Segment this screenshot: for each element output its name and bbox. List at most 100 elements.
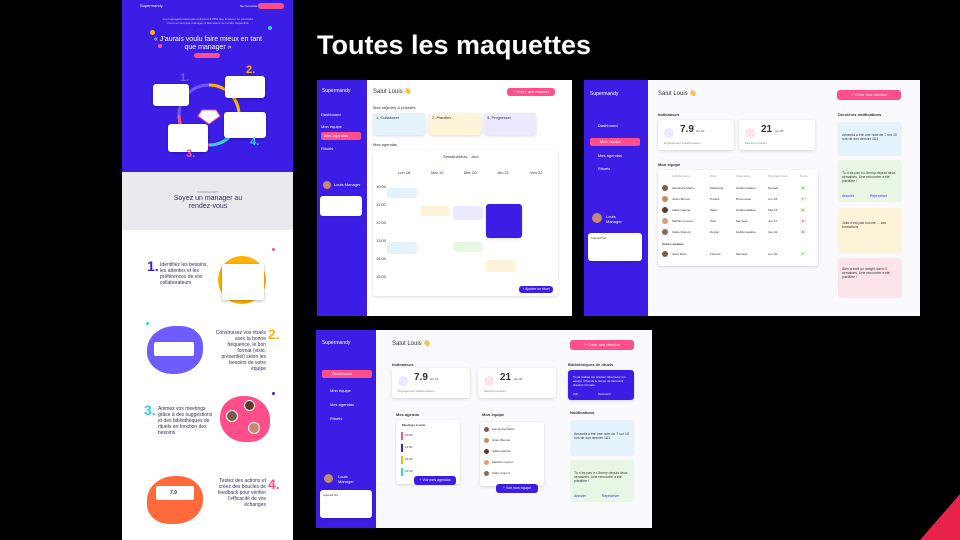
meeting-time: 14:00	[405, 457, 413, 461]
landing-cta-button[interactable]	[194, 53, 220, 58]
user-name: Louis Manager	[606, 214, 622, 224]
greeting: Salut Louis 👋	[392, 341, 431, 347]
column-header: Rôle	[710, 174, 717, 178]
landing-login-link[interactable]: Se connecter	[240, 4, 258, 8]
team-member[interactable]: Claire Dupont	[492, 471, 510, 475]
calendar-event[interactable]	[453, 242, 483, 252]
feature-stat-card: 7.9	[156, 486, 194, 500]
heart-icon	[398, 376, 408, 386]
nav-agendas[interactable]: Mes agendas	[598, 153, 622, 158]
hour-label: 11:00	[376, 202, 386, 207]
nav-dashboard-active[interactable]: Dashboard	[322, 370, 372, 378]
feature-text: Testez des actions et créez des boucles …	[217, 478, 266, 508]
nav-team[interactable]: Mon équipe	[321, 124, 342, 129]
kpi-card: 7.9 sur 10 Engagement collaborateurs	[658, 120, 734, 150]
team-member[interactable]: Adèle Garnier	[492, 449, 511, 453]
notif-cancel[interactable]: Annuler	[574, 494, 586, 498]
library-view[interactable]: Voir	[573, 392, 578, 396]
agenda-title: Mes agenda	[396, 412, 419, 417]
avatar	[662, 207, 668, 213]
heart-icon	[664, 128, 674, 138]
mockup-team: Supermandy Dashboard Mon équipe Mes agen…	[584, 80, 920, 316]
table-row[interactable]: Julien Bonnet Produit Bi-mensuel Lun 18 …	[658, 195, 818, 206]
nav-dashboard[interactable]: Dashboard	[321, 112, 341, 117]
mockup-dashboard: Supermandy Dashboard Mon équipe Mes agen…	[316, 330, 652, 528]
create-meeting-button[interactable]: + Créer une réunion	[507, 88, 555, 96]
calendar-event[interactable]	[387, 188, 417, 198]
notifications-title: Dernières notifications	[838, 112, 882, 117]
notif-cancel[interactable]: Annuler	[842, 194, 854, 198]
team-member[interactable]: Julien Bonnet	[492, 438, 510, 442]
decor-dot	[150, 30, 155, 35]
kpi-label: Meeting réalisés	[484, 389, 506, 393]
calendar-event-selected[interactable]	[486, 204, 522, 238]
landing-logo: Supermandy	[140, 3, 163, 8]
library-discover[interactable]: Découvrir	[598, 392, 611, 396]
meeting-marker	[401, 468, 403, 476]
nav-team-active[interactable]: Mon équipe	[590, 138, 640, 146]
library-card[interactable]: Tu as réalisé ton premier rituel avec to…	[568, 370, 634, 400]
nav-rituals[interactable]: Rituels	[330, 416, 342, 421]
goal-card[interactable]: 3. Progresser	[484, 113, 536, 135]
meeting-marker	[401, 432, 403, 440]
calendar-event[interactable]	[420, 206, 450, 216]
kpi-unit: sur 20	[514, 377, 523, 381]
today-widget	[320, 196, 362, 216]
create-meeting-button[interactable]: + Créer une réunion	[570, 340, 634, 350]
calendar-event[interactable]	[387, 242, 417, 254]
agenda-card: Meetings à venir 10:00 11:30 14:00 16:00	[396, 420, 460, 484]
loop-card-2	[225, 76, 265, 98]
table-row[interactable]: Adèle Garnier Sales Hebdomadaire Mar 19 …	[658, 206, 818, 217]
table-row[interactable]: Jules Roux Finance Mensuel Lun 25 7	[658, 250, 818, 261]
view-week[interactable]: Semaine	[443, 154, 459, 159]
team-member[interactable]: Matthieu Leroux	[492, 460, 514, 464]
nav-agendas[interactable]: Mes agendas	[330, 402, 354, 407]
step-number: 1.	[180, 72, 190, 84]
kpi-value: 7.9	[680, 124, 694, 135]
table-row[interactable]: Matthieu Leroux Tech Mensuel Jeu 21 6	[658, 217, 818, 228]
view-team-button[interactable]: + Voir mon équipe	[496, 484, 538, 493]
decor-dot	[268, 26, 272, 30]
table-row[interactable]: Alexandra Martin Marketing Hebdomadaire …	[658, 184, 818, 195]
notification-card[interactable]: Tu n’as pas vu Jimmy depuis deux semaine…	[838, 160, 902, 202]
view-month[interactable]: Mois	[459, 154, 467, 159]
day-header: Lun 18	[398, 170, 411, 175]
view-agendas-button[interactable]: + Voir mes agendas	[414, 476, 456, 485]
notification-card[interactable]: Tu n’as pas vu Jimmy depuis deux semaine…	[570, 460, 634, 502]
goal-card[interactable]: 1. Collaborer	[373, 113, 425, 135]
view-day[interactable]: Jour	[471, 154, 479, 159]
column-header: Score	[800, 174, 808, 178]
user-name: Louis Manager	[334, 182, 361, 187]
greeting: Salut Louis 👋	[373, 89, 412, 95]
notification-card[interactable]: Julia n’est pas encore ... ses formation…	[838, 208, 902, 254]
user-avatar	[324, 474, 333, 483]
calendar-event[interactable]	[486, 260, 516, 272]
table-row[interactable]: Claire Dupont Design Hebdomadaire Ven 22…	[658, 228, 818, 239]
notification-card[interactable]: Amanda a été une note de 7 sur 10 lors d…	[570, 420, 634, 456]
notif-reprioritize[interactable]: Reprioriser	[602, 494, 619, 498]
widget-label: Aujourd’hui	[591, 236, 607, 240]
notification-card[interactable]: Alex a écrit un weight dans 3 semaines. …	[838, 258, 902, 298]
day-header: Jeu 21	[497, 170, 510, 175]
nav-rituals[interactable]: Rituels	[598, 166, 610, 171]
add-ritual-button[interactable]: + Ajouter un rituel	[519, 286, 553, 293]
goal-card[interactable]: 2. Planifier	[429, 113, 481, 135]
avatar	[662, 185, 668, 191]
archive-title: Autres équipes	[662, 242, 684, 246]
calendar-event[interactable]	[453, 206, 483, 220]
create-meeting-button[interactable]: + Créer une réunion	[837, 90, 901, 100]
team-member[interactable]: Alexandra Martin	[492, 427, 515, 431]
notification-card[interactable]: Amanda a été une note de 7 sur 10 lors d…	[838, 122, 902, 156]
notif-reprioritize[interactable]: Reprioriser	[870, 194, 887, 198]
kpi-value: 7.9	[414, 372, 428, 383]
calendar-icon	[745, 128, 755, 138]
day-header: Mer 20	[464, 170, 477, 175]
sidebar: Supermandy Dashboard Mon équipe Mes agen…	[316, 330, 376, 528]
nav-team[interactable]: Mon équipe	[330, 388, 351, 393]
meeting-time: 16:00	[405, 469, 413, 473]
nav-agendas-active[interactable]: Mes agendas	[321, 132, 361, 140]
nav-rituals[interactable]: Rituels	[321, 146, 333, 151]
landing-nav-button[interactable]	[258, 3, 284, 9]
nav-dashboard[interactable]: Dashboard	[598, 123, 618, 128]
meeting-time: 11:30	[405, 445, 413, 449]
